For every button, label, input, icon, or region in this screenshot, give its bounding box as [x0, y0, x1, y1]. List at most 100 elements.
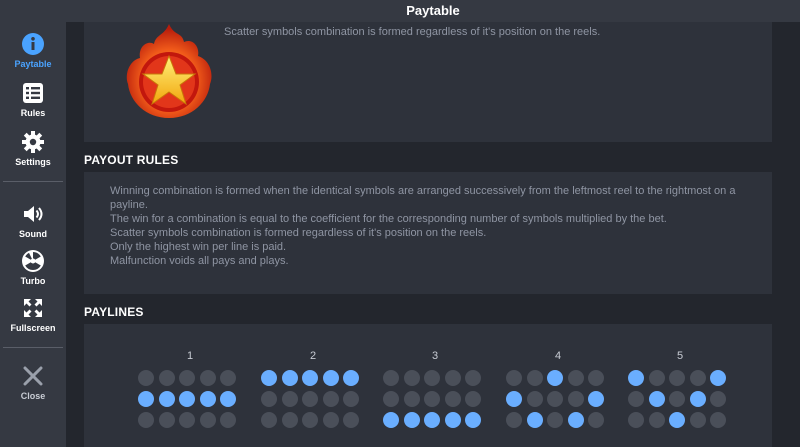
- payline-dot: [199, 412, 216, 428]
- payline: 3: [383, 350, 487, 428]
- payline-dot-active: [506, 391, 522, 407]
- payline-dot: [220, 412, 236, 428]
- sidebar-item-sound[interactable]: Sound: [0, 202, 66, 239]
- sidebar-item-label: Turbo: [20, 276, 46, 286]
- payline-dot: [179, 412, 195, 428]
- payline-grid: [506, 370, 610, 428]
- payline-dot-active: [547, 370, 563, 386]
- payline-dot: [526, 370, 543, 386]
- payline-dot-active: [199, 391, 216, 407]
- payline-dot: [506, 412, 522, 428]
- payline-dot: [567, 370, 584, 386]
- payline-dot-active: [322, 370, 339, 386]
- payline-dot-active: [343, 370, 359, 386]
- scatter-panel: Scatter symbols combination is formed re…: [84, 22, 772, 142]
- payline-dot: [158, 412, 175, 428]
- payline-number: 1: [186, 350, 194, 362]
- sidebar-item-paytable[interactable]: Paytable: [0, 32, 66, 69]
- payline: 5: [628, 350, 732, 428]
- payline-dot-active: [710, 370, 726, 386]
- payline-dot: [547, 391, 563, 407]
- rule-line: Only the highest win per line is paid.: [110, 241, 287, 253]
- sidebar-item-settings[interactable]: Settings: [0, 130, 66, 167]
- rule-line: Malfunction voids all pays and plays.: [110, 255, 289, 267]
- paylines-panel: 1 2 3 4 5: [84, 324, 772, 447]
- payline-dot: [547, 412, 563, 428]
- payout-rules-panel: Winning combination is formed when the i…: [84, 172, 772, 294]
- paytable-content[interactable]: Scatter symbols combination is formed re…: [66, 22, 800, 447]
- payline-dot-active: [588, 391, 604, 407]
- payline-dot-active: [567, 412, 584, 428]
- payline-dot: [403, 391, 420, 407]
- payline-number: 4: [554, 350, 562, 362]
- page-title: Paytable: [66, 0, 800, 22]
- sidebar-item-label: Sound: [19, 229, 47, 239]
- payline-dot: [506, 370, 522, 386]
- payline-dot: [138, 412, 154, 428]
- payline-dot: [158, 370, 175, 386]
- payline-dot: [669, 391, 685, 407]
- scatter-description: Scatter symbols combination is formed re…: [224, 26, 601, 38]
- payline-dot-active: [669, 412, 685, 428]
- payline-dot-active: [138, 391, 154, 407]
- payline-number: 2: [309, 350, 317, 362]
- payline-dot: [689, 370, 706, 386]
- payline-dot: [281, 391, 298, 407]
- payline-dot-active: [648, 391, 665, 407]
- sidebar-item-fullscreen[interactable]: Fullscreen: [0, 296, 66, 333]
- payout-rules-title: PAYOUT RULES: [84, 153, 179, 167]
- payline-dot-active: [526, 412, 543, 428]
- sidebar-item-label: Settings: [15, 157, 51, 167]
- payline: 4: [506, 350, 610, 428]
- payline-dot: [444, 391, 461, 407]
- paylines-title: PAYLINES: [84, 305, 144, 319]
- payline: 1: [138, 350, 242, 428]
- payline-number: 3: [431, 350, 439, 362]
- payline-dot-active: [179, 391, 195, 407]
- payline-dot: [199, 370, 216, 386]
- payline-dot-active: [158, 391, 175, 407]
- payline-grid: [383, 370, 487, 428]
- payline-dot-active: [281, 370, 298, 386]
- sidebar-item-label: Close: [20, 391, 46, 401]
- payline-dot: [322, 412, 339, 428]
- payline-grid: [138, 370, 242, 428]
- sidebar-item-label: Paytable: [14, 59, 52, 69]
- payline-dot: [220, 370, 236, 386]
- fullscreen-icon: [24, 299, 42, 317]
- payline-dot-active: [628, 370, 644, 386]
- payline-dot: [689, 412, 706, 428]
- payline-dot: [648, 412, 665, 428]
- payline-dot: [588, 370, 604, 386]
- payline-dot: [302, 391, 318, 407]
- payline-dot: [710, 391, 726, 407]
- payline-dot: [710, 412, 726, 428]
- payline-dot: [588, 412, 604, 428]
- speaker-icon: [24, 206, 43, 222]
- payline-dot-active: [465, 412, 481, 428]
- sidebar-item-rules[interactable]: Rules: [0, 81, 66, 118]
- sidebar-item-label: Fullscreen: [10, 323, 56, 333]
- payline-dot-active: [261, 370, 277, 386]
- payline-dot: [343, 391, 359, 407]
- payline-dot: [281, 412, 298, 428]
- payline-dot-active: [424, 412, 440, 428]
- payline-dot-active: [383, 412, 399, 428]
- sidebar-item-turbo[interactable]: Turbo: [0, 249, 66, 286]
- close-icon: [23, 366, 43, 386]
- payline-dot: [628, 391, 644, 407]
- scatter-star-icon: [126, 24, 212, 118]
- payline-number: 5: [676, 350, 684, 362]
- sidebar: Paytable Rules Settings Sound Turbo Full…: [0, 0, 66, 447]
- payline-dot: [261, 391, 277, 407]
- payline-dot: [628, 412, 644, 428]
- payline-dot-active: [444, 412, 461, 428]
- payline-dot: [261, 412, 277, 428]
- info-icon: [22, 33, 44, 55]
- payline-dot-active: [403, 412, 420, 428]
- payline-dot: [179, 370, 195, 386]
- payline-dot: [343, 412, 359, 428]
- sidebar-item-label: Rules: [20, 108, 46, 118]
- payline-dot: [302, 412, 318, 428]
- sidebar-item-close[interactable]: Close: [0, 364, 66, 401]
